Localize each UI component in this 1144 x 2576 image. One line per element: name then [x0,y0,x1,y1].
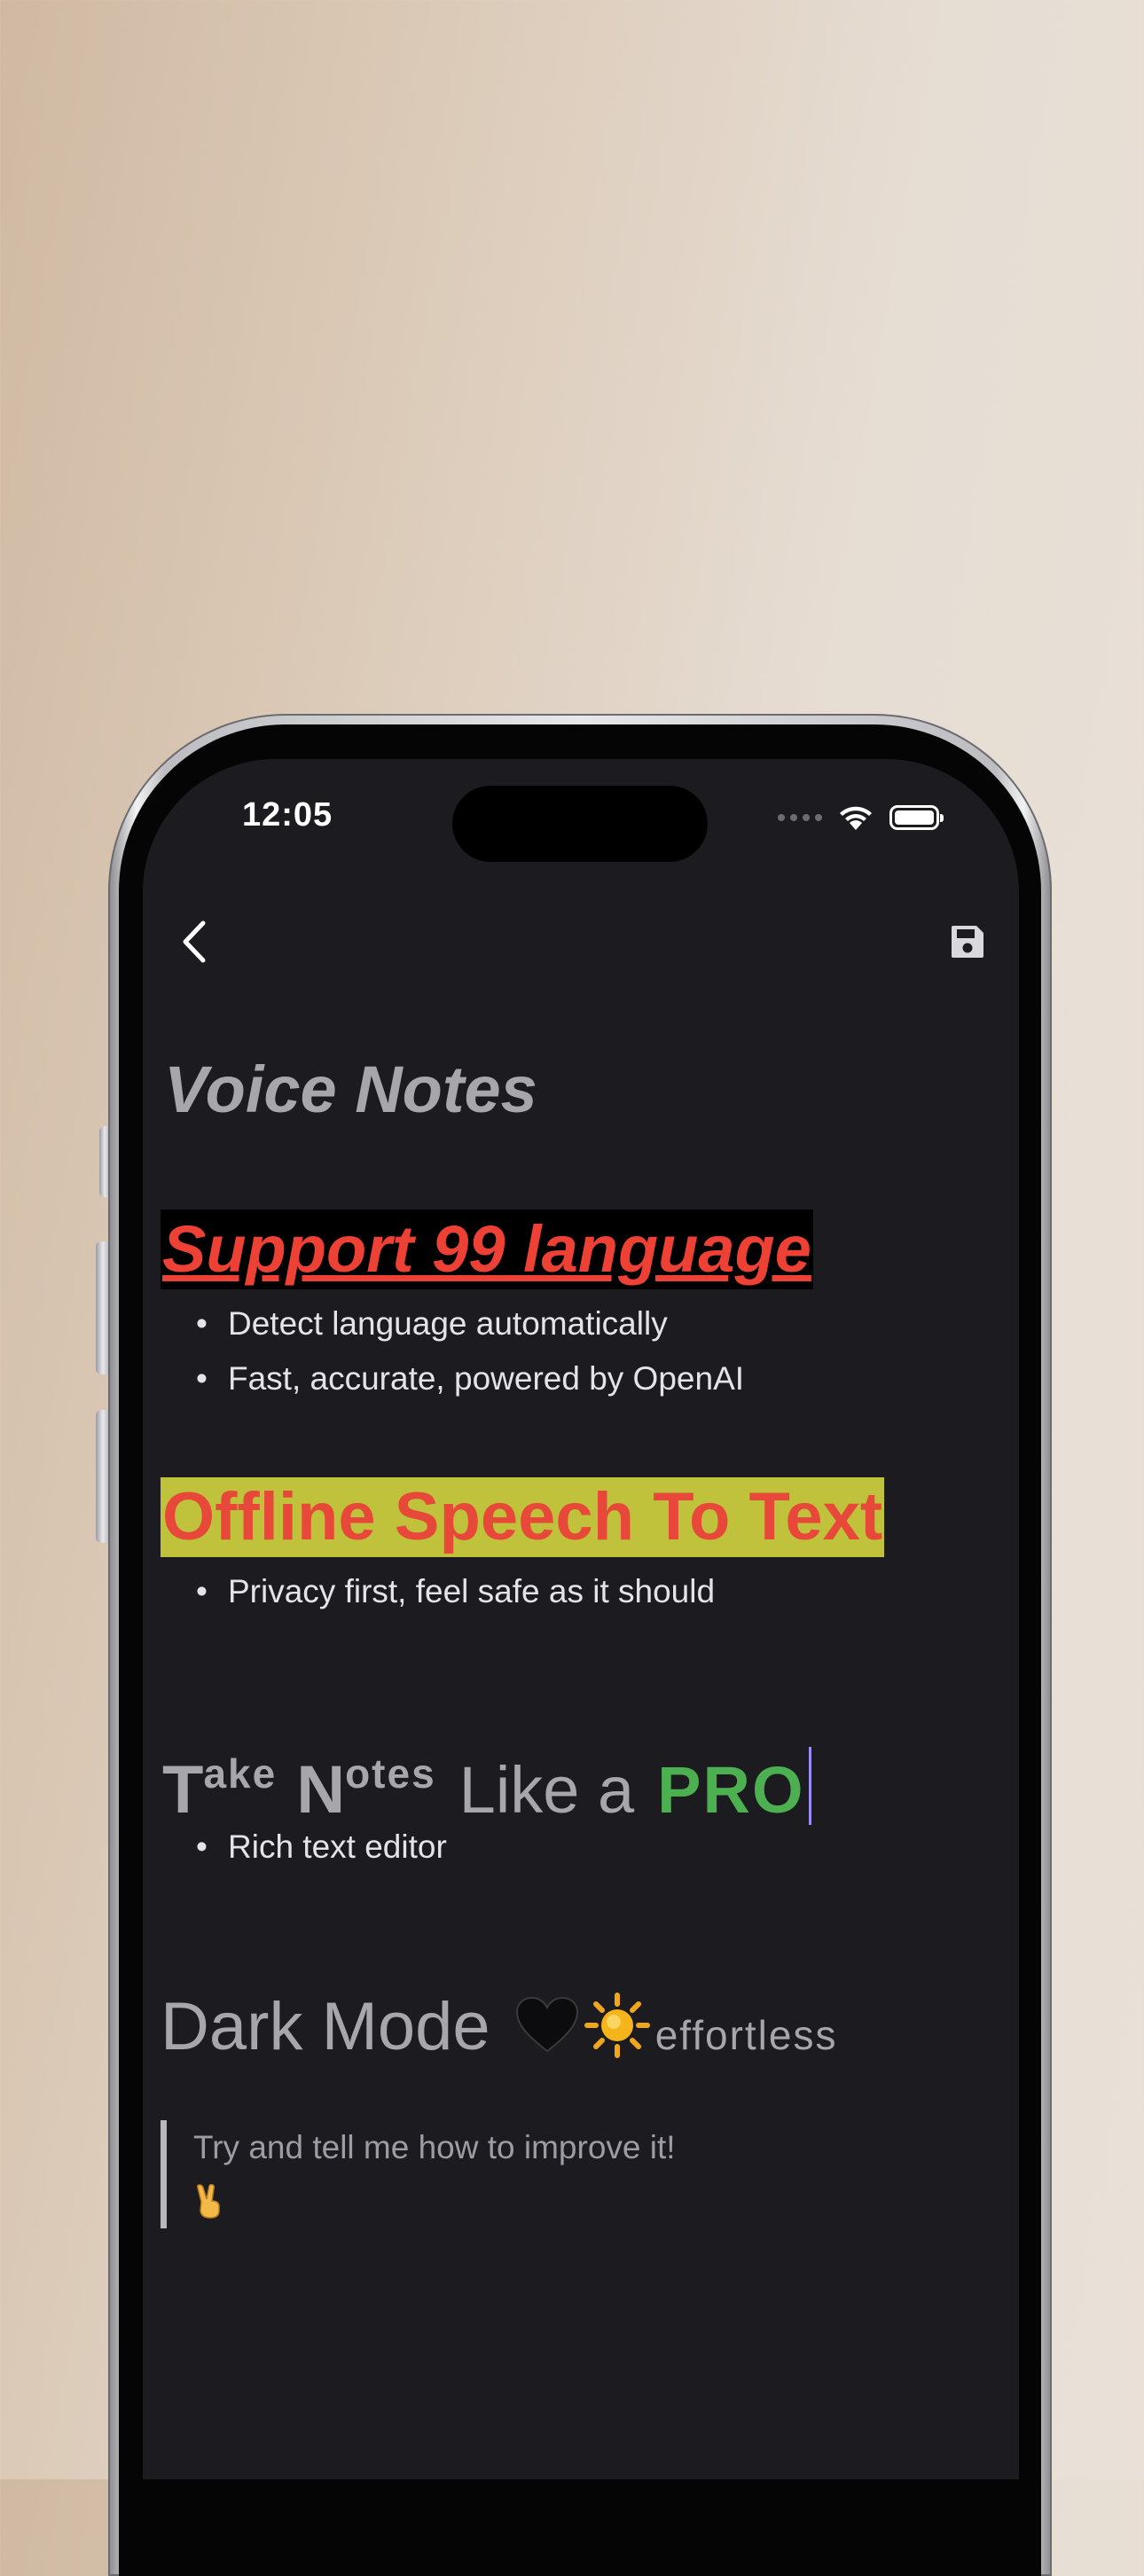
note-title[interactable]: Voice Notes [164,1052,537,1127]
dynamic-island [452,786,708,862]
heading-emojis [515,1993,650,2058]
bullet-list-languages: Detect language automatically Fast, accu… [196,1296,744,1406]
heading-take-notes[interactable]: T ake N otes Like a PRO [162,1734,811,1828]
blockquote[interactable]: Try and tell me how to improve it! [161,2120,991,2228]
status-time: 12:05 [242,796,333,834]
heading-part-t: T [162,1752,204,1828]
status-icons [778,803,944,832]
list-item[interactable]: Privacy first, feel safe as it should [196,1564,715,1619]
back-button[interactable] [168,915,221,968]
heading-offline-speech[interactable]: Offline Speech To Text [161,1477,885,1557]
heading-part-dark-mode: Dark Mode [161,1989,490,2064]
bullet-list-editor: Rich text editor [196,1820,447,1875]
heading-part-ake: ake [203,1750,278,1797]
save-button[interactable] [941,915,994,968]
victory-hand-icon [197,2184,220,2219]
chevron-left-icon [183,920,206,963]
wifi-icon [840,806,872,830]
quote-text[interactable]: Try and tell me how to improve it! [193,2120,991,2175]
quote-emoji [193,2175,991,2228]
heading-support-languages[interactable]: Support 99 language [161,1210,813,1289]
bullet-list-offline: Privacy first, feel safe as it should [196,1564,715,1619]
phone-screen: 12:05 Voice Notes Support 99 language De… [143,759,1019,2479]
black-heart-icon [515,1996,578,2053]
list-item[interactable]: Detect language automatically [196,1296,744,1351]
text-cursor [808,1747,811,1825]
heading-part-otes: otes [345,1750,436,1797]
heading-part-pro: PRO [657,1753,805,1827]
heading-part-like-a: Like a [458,1753,635,1827]
battery-icon [889,805,944,830]
floppy-disk-icon [952,926,983,958]
sun-icon [584,1993,650,2058]
list-item[interactable]: Fast, accurate, powered by OpenAI [196,1351,744,1406]
heading-part-n: N [296,1752,346,1828]
cellular-signal-icon [778,814,822,821]
list-item[interactable]: Rich text editor [196,1820,447,1875]
heading-dark-mode[interactable]: Dark Mode effortless [161,1987,837,2065]
heading-part-effortless: effortless [654,2012,838,2058]
